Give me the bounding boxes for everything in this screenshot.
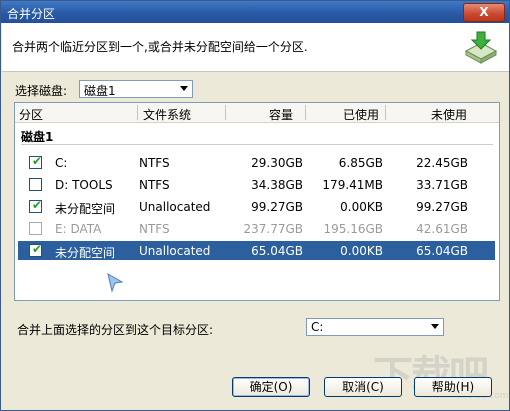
checkmark-icon: ✔ [32, 198, 43, 212]
partition-name: 未分配空间 [55, 246, 116, 260]
partition-name: 未分配空间 [55, 202, 116, 216]
partition-capacity: 99.27GB [251, 200, 303, 214]
column-divider[interactable] [305, 105, 306, 120]
partition-row-e[interactable]: E: DATA NTFS 237.77GB 195.16GB 42.61GB [18, 219, 495, 238]
column-divider[interactable] [137, 105, 138, 120]
column-header-used[interactable]: 已使用 [343, 106, 379, 123]
list-header: 分区 文件系统 容量 已使用 未使用 [15, 103, 499, 123]
partition-capacity: 237.77GB [243, 222, 303, 236]
merge-disk-icon [464, 31, 498, 64]
title-bar[interactable]: 合并分区 X [1, 1, 509, 23]
partition-name: D: TOOLS [55, 178, 113, 192]
dialog-description: 合并两个临近分区到一个,或合并未分配空间给一个分区. [12, 40, 308, 54]
merge-partition-dialog: 合并分区 X 合并两个临近分区到一个,或合并未分配空间给一个分区. 选择磁盘: … [0, 0, 510, 411]
partition-checkbox[interactable] [29, 178, 42, 191]
partition-used: 0.00KB [340, 244, 383, 258]
partition-used: 179.41MB [322, 178, 383, 192]
column-header-capacity[interactable]: 容量 [269, 106, 293, 123]
help-button[interactable]: 帮助(H) [414, 377, 492, 397]
disk-group-label: 磁盘1 [21, 130, 54, 144]
partition-row-d[interactable]: D: TOOLS NTFS 34.38GB 179.41MB 33.71GB [18, 175, 495, 194]
partition-used: 195.16GB [323, 222, 383, 236]
disk-select-dropdown[interactable]: 磁盘1 [79, 80, 193, 98]
disk-select-label: 选择磁盘: [15, 84, 68, 98]
partition-free: 99.27GB [416, 200, 468, 214]
partition-free: 42.61GB [416, 222, 468, 236]
partition-name: E: DATA [55, 222, 102, 236]
column-divider[interactable] [225, 105, 226, 120]
header-panel: 合并两个临近分区到一个,或合并未分配空间给一个分区. [2, 23, 509, 72]
partition-capacity: 29.30GB [251, 156, 303, 170]
partition-used: 0.00KB [340, 200, 383, 214]
checkmark-icon: ✔ [32, 242, 43, 256]
partition-filesystem: Unallocated [139, 200, 211, 214]
chevron-down-icon[interactable] [180, 86, 188, 91]
partition-checkbox[interactable]: ✔ [29, 242, 43, 257]
partition-filesystem: NTFS [139, 156, 170, 170]
group-divider [21, 144, 493, 145]
partition-checkbox[interactable] [29, 222, 42, 235]
disk-select-value: 磁盘1 [84, 84, 116, 98]
partition-filesystem: NTFS [139, 178, 170, 192]
partition-name: C: [55, 156, 68, 170]
partition-capacity: 34.38GB [251, 178, 303, 192]
target-partition-dropdown[interactable]: C: [306, 318, 444, 336]
checkmark-icon: ✔ [32, 154, 43, 168]
partition-row-c[interactable]: ✔ C: NTFS 29.30GB 6.85GB 22.45GB [18, 153, 495, 172]
partition-free: 33.71GB [416, 178, 468, 192]
partition-used: 6.85GB [338, 156, 383, 170]
ok-button[interactable]: 确定(O) [232, 377, 310, 397]
chevron-down-icon[interactable] [431, 324, 439, 329]
partition-filesystem: Unallocated [139, 244, 211, 258]
partition-row-unallocated-1[interactable]: ✔ 未分配空间 Unallocated 99.27GB 0.00KB 99.27… [18, 197, 495, 216]
cancel-button[interactable]: 取消(C) [324, 377, 402, 397]
mouse-cursor-icon [107, 273, 123, 293]
close-button[interactable]: X [463, 3, 505, 22]
partition-free: 65.04GB [416, 244, 468, 258]
target-partition-label: 合并上面选择的分区到这个目标分区: [17, 323, 214, 337]
column-header-filesystem[interactable]: 文件系统 [143, 106, 191, 123]
partition-row-unallocated-2[interactable]: ✔ 未分配空间 Unallocated 65.04GB 0.00KB 65.04… [18, 241, 495, 260]
partition-filesystem: NTFS [139, 222, 170, 236]
column-header-partition[interactable]: 分区 [19, 106, 43, 123]
column-divider[interactable] [385, 105, 386, 120]
partition-free: 22.45GB [416, 156, 468, 170]
partition-checkbox[interactable]: ✔ [29, 198, 43, 213]
watermark-logo: 下载吧 www.xiazaiba.com [373, 343, 509, 407]
partition-checkbox[interactable]: ✔ [29, 154, 43, 169]
target-partition-value: C: [311, 320, 324, 334]
partition-capacity: 65.04GB [251, 244, 303, 258]
partition-list[interactable]: 分区 文件系统 容量 已使用 未使用 磁盘1 ✔ C: NTFS 29.30GB… [14, 102, 500, 301]
column-header-free[interactable]: 未使用 [431, 106, 467, 123]
window-title: 合并分区 [7, 7, 56, 21]
